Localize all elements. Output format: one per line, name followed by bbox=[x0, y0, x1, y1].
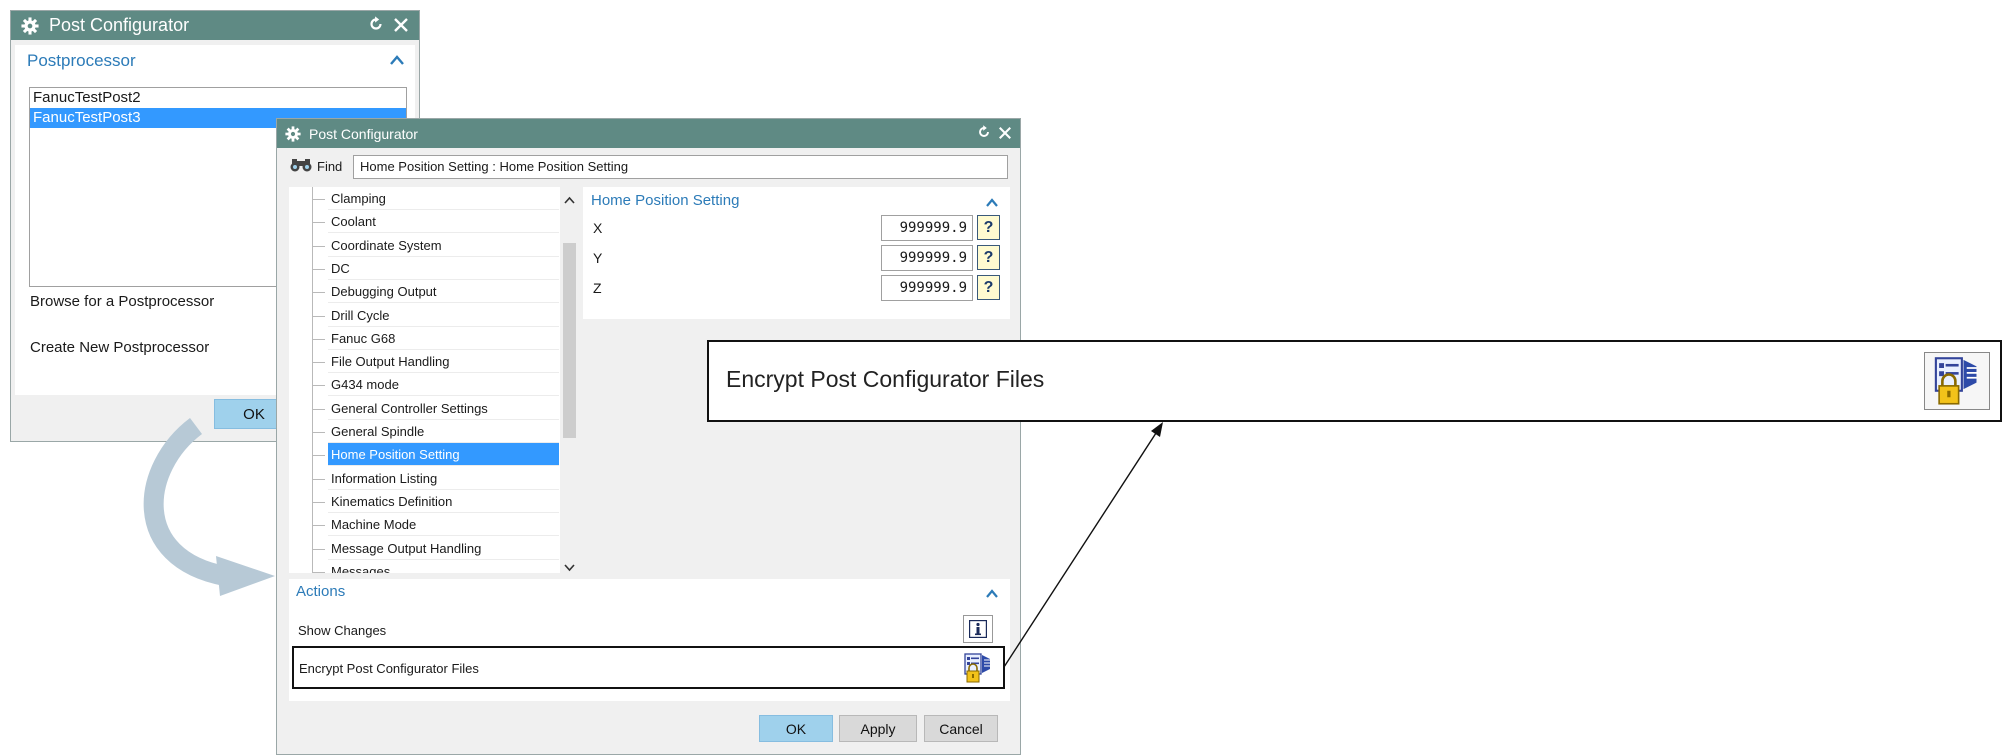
tree-connector-tick bbox=[313, 292, 325, 294]
tree-item-label: Message Output Handling bbox=[328, 537, 559, 560]
close-icon[interactable] bbox=[998, 124, 1012, 144]
tree-connector-tick bbox=[313, 385, 325, 387]
tree-connector-tick bbox=[313, 548, 325, 550]
encrypt-lock-icon bbox=[1924, 352, 1990, 410]
tree-item-label: General Spindle bbox=[328, 420, 559, 443]
tree-item[interactable]: Coordinate System bbox=[289, 234, 559, 257]
coord-label-z: Z bbox=[593, 280, 602, 296]
tree-connector-tick bbox=[313, 315, 325, 317]
tree-connector-tick bbox=[313, 525, 325, 527]
dialog-title: Post Configurator bbox=[49, 15, 190, 35]
home-position-section-title[interactable]: Home Position Setting bbox=[591, 192, 739, 209]
tree-item-label: Coordinate System bbox=[328, 234, 559, 257]
find-label: Find bbox=[317, 159, 343, 174]
encrypt-lock-icon[interactable] bbox=[963, 652, 993, 689]
tree-item-label: Clamping bbox=[328, 187, 559, 210]
tree-connector-tick bbox=[313, 478, 325, 480]
tree-connector-tick bbox=[313, 222, 325, 224]
tree-item-label: Drill Cycle bbox=[328, 304, 559, 327]
tree-item[interactable]: Drill Cycle bbox=[289, 304, 559, 327]
encrypt-files-label[interactable]: Encrypt Post Configurator Files bbox=[299, 661, 479, 676]
tree-item-label: Messages bbox=[328, 560, 559, 573]
coord-input-x[interactable]: 999999.9 bbox=[881, 215, 973, 241]
chevron-up-small-icon[interactable] bbox=[564, 191, 575, 209]
tree-connector-tick bbox=[313, 245, 325, 247]
chevron-up-icon[interactable] bbox=[389, 53, 405, 71]
reset-icon[interactable] bbox=[976, 124, 992, 144]
list-item[interactable]: FanucTestPost2 bbox=[30, 88, 406, 108]
binoculars-icon bbox=[289, 157, 313, 178]
apply-button[interactable]: Apply bbox=[839, 715, 917, 742]
tree-connector-tick bbox=[313, 432, 325, 433]
tree-item-label: Coolant bbox=[328, 210, 559, 234]
dialog-title-bar[interactable]: Post Configurator bbox=[11, 11, 419, 40]
tree-item-selected[interactable]: Home Position Setting bbox=[289, 443, 559, 467]
create-postprocessor-label[interactable]: Create New Postprocessor bbox=[30, 339, 209, 356]
dialog-title-bar[interactable]: Post Configurator bbox=[277, 119, 1020, 148]
tree-item-label: Home Position Setting bbox=[328, 443, 559, 467]
tree-item-label: Kinematics Definition bbox=[328, 490, 559, 513]
callout-label: Encrypt Post Configurator Files bbox=[726, 366, 1045, 392]
tree-connector-tick bbox=[313, 338, 325, 340]
tree-item[interactable]: Kinematics Definition bbox=[289, 490, 559, 513]
postprocessor-section-title[interactable]: Postprocessor bbox=[27, 51, 136, 71]
tree-item-label: DC bbox=[328, 257, 559, 280]
tree-item[interactable]: General Spindle bbox=[289, 420, 559, 443]
tree-item[interactable]: Information Listing bbox=[289, 467, 559, 490]
tree-connector-tick bbox=[313, 571, 325, 573]
tree-connector-tick bbox=[313, 455, 325, 457]
tree-item[interactable]: File Output Handling bbox=[289, 350, 559, 374]
tree-item-label: G434 mode bbox=[328, 373, 559, 397]
tree-item[interactable]: Message Output Handling bbox=[289, 537, 559, 560]
show-changes-label[interactable]: Show Changes bbox=[298, 623, 386, 638]
tree-item-label: Fanuc G68 bbox=[328, 327, 559, 350]
tree-connector-tick bbox=[313, 501, 325, 503]
tree-item[interactable]: Machine Mode bbox=[289, 513, 559, 537]
ok-button[interactable]: OK bbox=[759, 715, 833, 742]
gear-icon bbox=[285, 125, 301, 142]
actions-section-title[interactable]: Actions bbox=[296, 583, 345, 600]
help-icon[interactable]: ? bbox=[977, 215, 1000, 240]
coord-input-z[interactable]: 999999.9 bbox=[881, 275, 973, 301]
tree-item-label: Machine Mode bbox=[328, 513, 559, 537]
tree-item[interactable]: General Controller Settings bbox=[289, 397, 559, 420]
tree-item-label: Debugging Output bbox=[328, 280, 559, 304]
tree-item[interactable]: Debugging Output bbox=[289, 280, 559, 304]
cancel-button[interactable]: Cancel bbox=[924, 715, 998, 742]
tree-item-label: General Controller Settings bbox=[328, 397, 559, 420]
tree-connector-tick bbox=[313, 408, 325, 410]
chevron-up-icon[interactable] bbox=[985, 195, 999, 213]
coord-input-y[interactable]: 999999.9 bbox=[881, 245, 973, 271]
dialog-title: Post Configurator bbox=[309, 125, 418, 142]
help-icon[interactable]: ? bbox=[977, 275, 1000, 300]
help-icon[interactable]: ? bbox=[977, 245, 1000, 270]
tree-item-label: Information Listing bbox=[328, 467, 559, 490]
settings-tree[interactable]: Clamping Coolant Coordinate System DC Debugg… bbox=[289, 187, 579, 573]
tree-connector-tick bbox=[313, 362, 325, 364]
tree-connector-tick bbox=[313, 199, 325, 200]
tree-item[interactable]: G434 mode bbox=[289, 373, 559, 397]
scrollbar-thumb[interactable] bbox=[563, 243, 576, 438]
info-icon[interactable] bbox=[963, 615, 993, 643]
chevron-up-icon[interactable] bbox=[985, 586, 999, 604]
post-configurator-dialog: Post Configurator Find Home Position Set… bbox=[276, 118, 1021, 755]
find-input[interactable]: Home Position Setting : Home Position Se… bbox=[353, 155, 1008, 179]
tree-item-label: File Output Handling bbox=[328, 350, 559, 374]
tree-connector-tick bbox=[313, 268, 325, 270]
chevron-down-small-icon[interactable] bbox=[564, 559, 575, 573]
coord-label-x: X bbox=[593, 220, 603, 236]
tree-item[interactable]: DC bbox=[289, 257, 559, 280]
tree-item[interactable]: Clamping bbox=[289, 187, 559, 210]
tree-item[interactable]: Coolant bbox=[289, 210, 559, 234]
tree-item[interactable]: Fanuc G68 bbox=[289, 327, 559, 350]
tree-scrollbar[interactable] bbox=[560, 187, 579, 573]
close-icon[interactable] bbox=[393, 14, 409, 38]
coord-label-y: Y bbox=[593, 250, 603, 266]
reset-icon[interactable] bbox=[367, 14, 385, 38]
browse-postprocessor-label[interactable]: Browse for a Postprocessor bbox=[30, 293, 214, 310]
flow-arrow bbox=[143, 418, 275, 596]
gear-icon bbox=[21, 16, 39, 35]
tree-item[interactable]: Messages bbox=[289, 560, 559, 573]
